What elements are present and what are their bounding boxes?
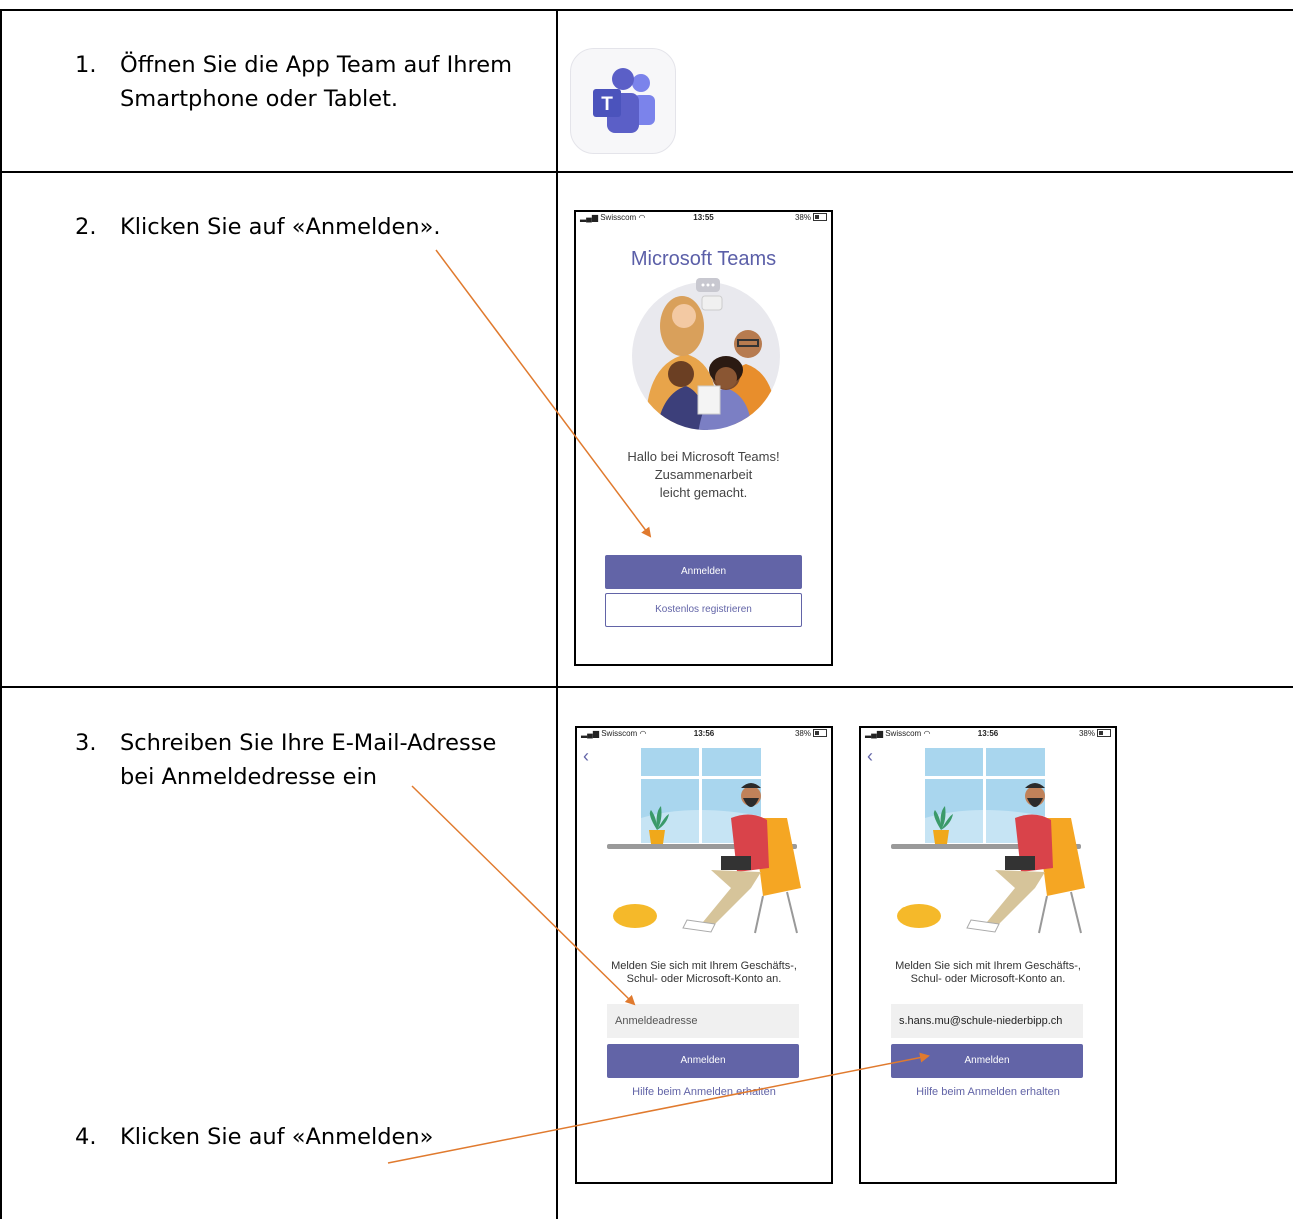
status-time: 13:55 bbox=[693, 213, 714, 222]
phone-screenshot-signin-empty: ▂▄▆ Swisscom ◠ 13:56 38% ‹ Melden Sie si… bbox=[575, 726, 833, 1184]
people-illustration-icon bbox=[632, 278, 780, 430]
signin-text-line: Schul- oder Microsoft-Konto an. bbox=[626, 973, 782, 985]
table-row-divider-2 bbox=[0, 686, 1293, 688]
email-input[interactable]: Anmeldeadresse bbox=[607, 1004, 799, 1038]
welcome-line: Zusammenarbeit bbox=[654, 467, 753, 482]
step-text: Klicken Sie auf «Anmelden». bbox=[120, 214, 441, 240]
chevron-left-icon[interactable]: ‹ bbox=[867, 746, 873, 767]
signin-instructions: Melden Sie sich mit Ihrem Geschäfts-, Sc… bbox=[577, 960, 831, 986]
app-title: Microsoft Teams bbox=[630, 248, 777, 270]
step-number: 1. bbox=[75, 52, 97, 78]
battery-icon bbox=[1097, 729, 1111, 737]
welcome-line: leicht gemacht. bbox=[659, 485, 748, 500]
status-bar: ▂▄▆ Swisscom ◠ 13:55 38% bbox=[576, 212, 831, 226]
email-input[interactable]: s.hans.mu@schule-niederbipp.ch bbox=[891, 1004, 1083, 1038]
step-number: 4. bbox=[75, 1124, 97, 1150]
table-row-divider-1 bbox=[0, 171, 1293, 173]
step-text: Klicken Sie auf «Anmelden» bbox=[120, 1124, 434, 1150]
welcome-message: Hallo bei Microsoft Teams! Zusammenarbei… bbox=[576, 448, 831, 502]
signin-text-line: Schul- oder Microsoft-Konto an. bbox=[910, 973, 1066, 985]
step-number: 2. bbox=[75, 214, 97, 240]
signin-instructions: Melden Sie sich mit Ihrem Geschäfts-, Sc… bbox=[861, 960, 1115, 986]
status-time: 13:56 bbox=[977, 729, 999, 738]
teams-logo-icon: T bbox=[593, 68, 655, 133]
step-text: Öffnen Sie die App Team auf Ihrem Smartp… bbox=[120, 48, 512, 116]
signin-help-link[interactable]: Hilfe beim Anmelden erhalten bbox=[861, 1086, 1115, 1098]
battery-indicator: 38% bbox=[795, 213, 827, 222]
table-column-divider bbox=[556, 9, 558, 1219]
phone-screenshot-signin-filled: ▂▄▆ Swisscom ◠ 13:56 38% ‹ Melden Sie si… bbox=[859, 726, 1117, 1184]
signin-button[interactable]: Anmelden bbox=[891, 1044, 1083, 1078]
status-bar: ▂▄▆ Swisscom ◠ 13:56 38% bbox=[577, 728, 831, 742]
signin-text-line: Melden Sie sich mit Ihrem Geschäfts-, bbox=[895, 960, 1081, 972]
man-at-window-illustration-icon bbox=[607, 748, 801, 934]
step-text-line: Smartphone oder Tablet. bbox=[120, 86, 399, 112]
battery-icon bbox=[813, 213, 827, 221]
signin-button[interactable]: Anmelden bbox=[607, 1044, 799, 1078]
table-border-left bbox=[0, 9, 2, 1219]
signin-text-line: Melden Sie sich mit Ihrem Geschäfts-, bbox=[611, 960, 797, 972]
status-time: 13:56 bbox=[693, 729, 715, 738]
signin-button[interactable]: Anmelden bbox=[605, 555, 802, 589]
step-number: 3. bbox=[75, 730, 97, 756]
svg-text:T: T bbox=[601, 94, 613, 115]
step-text-line: Öffnen Sie die App Team auf Ihrem bbox=[120, 52, 513, 78]
man-at-window-illustration-icon bbox=[891, 748, 1085, 934]
battery-icon bbox=[813, 729, 827, 737]
battery-indicator: 38% bbox=[795, 729, 827, 738]
battery-indicator: 38% bbox=[1079, 729, 1111, 738]
microsoft-teams-app-icon[interactable]: T bbox=[570, 48, 676, 154]
register-button[interactable]: Kostenlos registrieren bbox=[605, 593, 802, 627]
step-text-line: bei Anmeldedresse ein bbox=[120, 764, 377, 790]
status-bar: ▂▄▆ Swisscom ◠ 13:56 38% bbox=[861, 728, 1115, 742]
chevron-left-icon[interactable]: ‹ bbox=[583, 746, 589, 767]
signin-help-link[interactable]: Hilfe beim Anmelden erhalten bbox=[577, 1086, 831, 1098]
step-text-line: Schreiben Sie Ihre E-Mail-Adresse bbox=[120, 730, 497, 756]
step-text: Schreiben Sie Ihre E-Mail-Adresse bei An… bbox=[120, 726, 496, 794]
table-border-top bbox=[0, 9, 1293, 11]
phone-screenshot-welcome: ▂▄▆ Swisscom ◠ 13:55 38% Microsoft Teams… bbox=[574, 210, 833, 666]
welcome-line: Hallo bei Microsoft Teams! bbox=[627, 449, 780, 464]
